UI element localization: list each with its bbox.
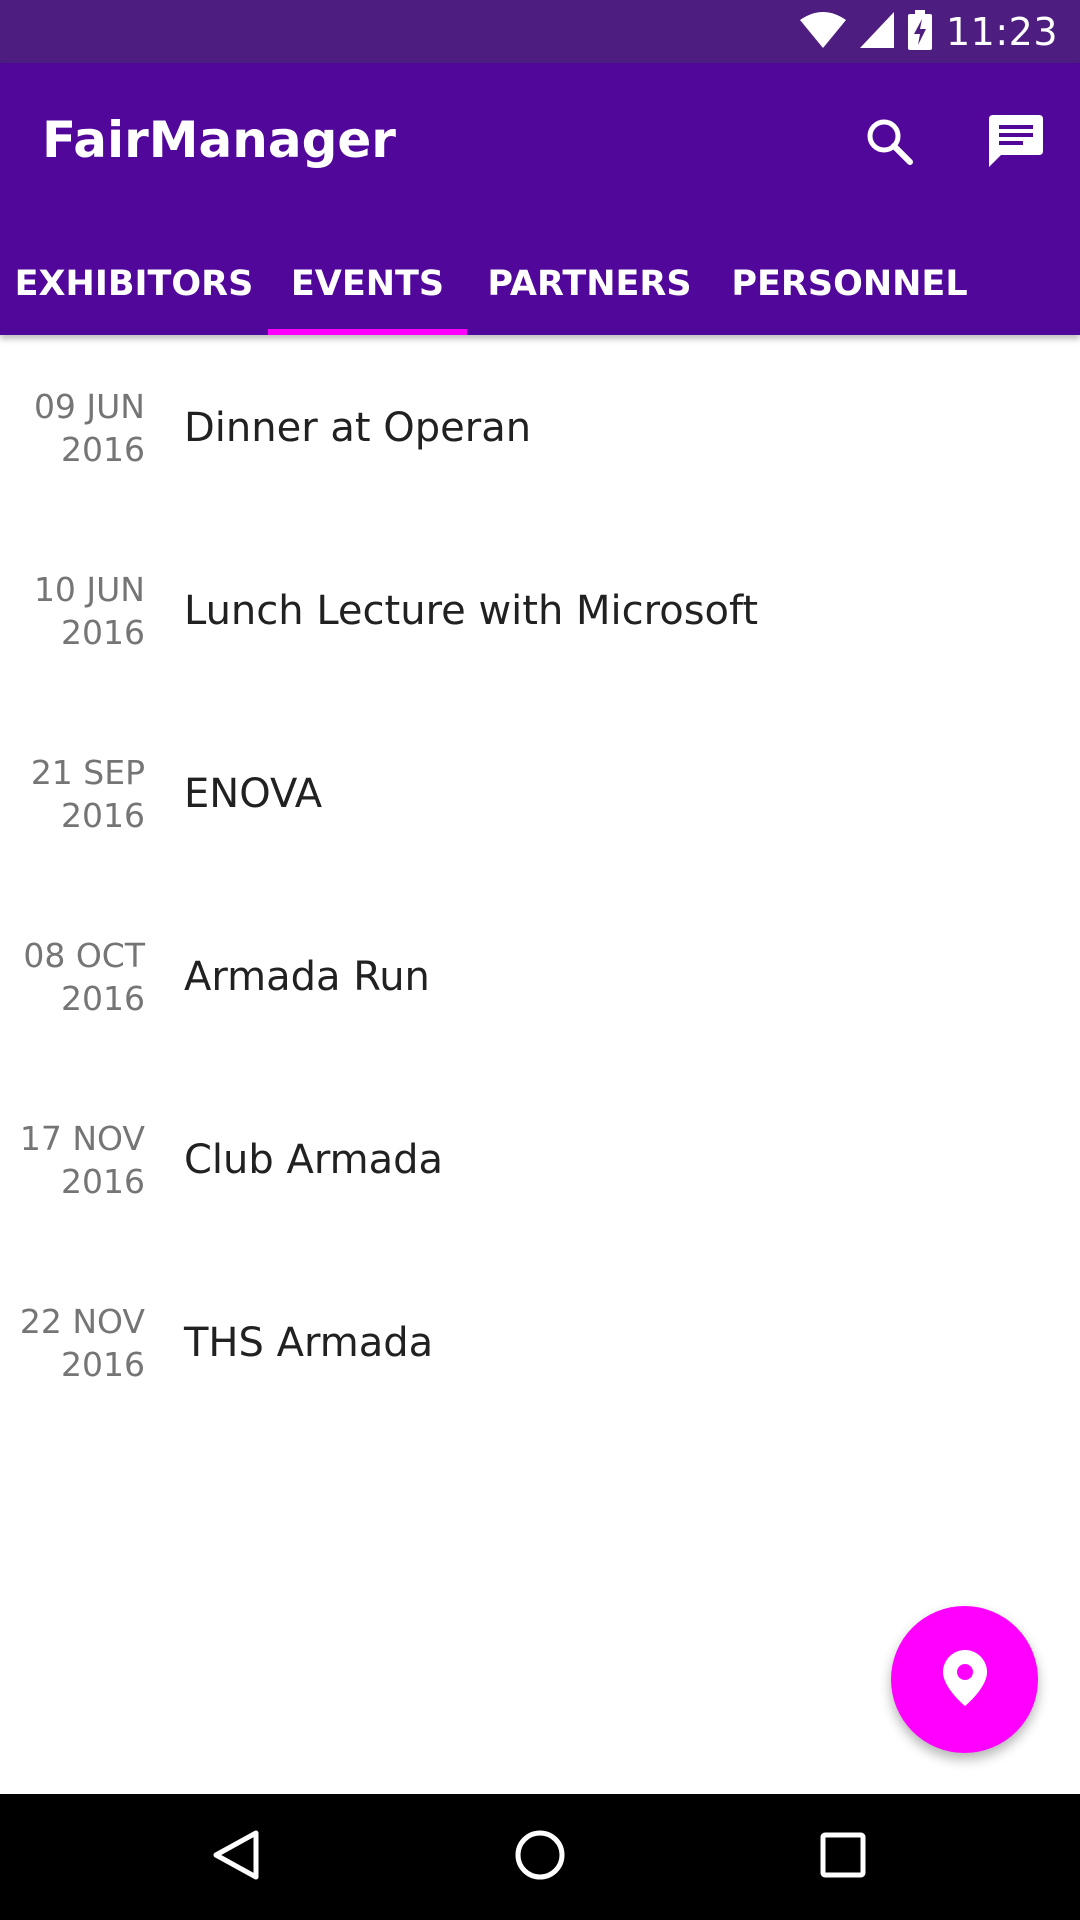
event-list: 09 JUN 2016 Dinner at Operan 10 JUN 2016… xyxy=(0,335,1080,1433)
event-year: 2016 xyxy=(61,1345,145,1384)
back-icon xyxy=(212,1829,260,1885)
messages-button[interactable] xyxy=(976,103,1056,183)
status-time: 11:23 xyxy=(945,9,1058,54)
event-row[interactable]: 10 JUN 2016 Lunch Lecture with Microsoft xyxy=(0,518,1080,701)
tab-events[interactable]: EVENTS xyxy=(268,233,467,335)
event-day-month: 08 OCT xyxy=(23,936,145,975)
event-title: THS Armada xyxy=(184,1320,434,1366)
event-row[interactable]: 09 JUN 2016 Dinner at Operan xyxy=(0,335,1080,518)
tab-bar: EXHIBITORS EVENTS PARTNERS PERSONNEL xyxy=(0,233,1080,335)
event-day-month: 09 JUN xyxy=(33,387,145,426)
home-button[interactable] xyxy=(500,1817,580,1897)
event-date: 08 OCT 2016 xyxy=(0,934,145,1020)
event-row[interactable]: 17 NOV 2016 Club Armada xyxy=(0,1067,1080,1250)
event-year: 2016 xyxy=(61,1162,145,1201)
search-icon xyxy=(864,116,914,170)
event-date: 09 JUN 2016 xyxy=(0,385,145,471)
home-icon xyxy=(514,1829,566,1885)
event-date: 21 SEP 2016 xyxy=(0,751,145,837)
back-button[interactable] xyxy=(196,1817,276,1897)
search-button[interactable] xyxy=(849,103,929,183)
event-day-month: 21 SEP xyxy=(30,753,145,792)
tab-exhibitors[interactable]: EXHIBITORS xyxy=(0,233,268,335)
system-nav-bar xyxy=(0,1794,1080,1920)
event-day-month: 22 NOV xyxy=(19,1302,145,1341)
status-icons: 11:23 xyxy=(799,0,1058,63)
status-bar: 11:23 xyxy=(0,0,1080,63)
event-day-month: 17 NOV xyxy=(19,1119,145,1158)
event-title: Club Armada xyxy=(184,1137,443,1183)
event-date: 10 JUN 2016 xyxy=(0,568,145,654)
event-title: Dinner at Operan xyxy=(184,405,532,451)
event-title: ENOVA xyxy=(184,771,323,817)
tab-personnel[interactable]: PERSONNEL xyxy=(712,233,987,335)
event-day-month: 10 JUN xyxy=(33,570,145,609)
event-row[interactable]: 22 NOV 2016 THS Armada xyxy=(0,1250,1080,1433)
event-row[interactable]: 21 SEP 2016 ENOVA xyxy=(0,701,1080,884)
app-title: FairManager xyxy=(42,111,396,169)
wifi-icon xyxy=(799,11,846,52)
chat-icon xyxy=(989,115,1043,171)
event-title: Armada Run xyxy=(184,954,430,1000)
battery-charging-icon xyxy=(907,9,932,54)
event-year: 2016 xyxy=(61,613,145,652)
event-year: 2016 xyxy=(61,430,145,469)
recents-icon xyxy=(819,1831,867,1883)
event-date: 17 NOV 2016 xyxy=(0,1117,145,1203)
map-fab-button[interactable] xyxy=(891,1606,1038,1753)
event-title: Lunch Lecture with Microsoft xyxy=(184,588,759,634)
app-bar: FairManager EXHIBITORS EVENTS PARTNERS P… xyxy=(0,63,1080,335)
event-row[interactable]: 08 OCT 2016 Armada Run xyxy=(0,884,1080,1067)
event-date: 22 NOV 2016 xyxy=(0,1300,145,1386)
map-pin-icon xyxy=(942,1649,987,1710)
recents-button[interactable] xyxy=(803,1817,883,1897)
signal-icon xyxy=(859,11,894,52)
event-year: 2016 xyxy=(61,979,145,1018)
tab-partners[interactable]: PARTNERS xyxy=(467,233,712,335)
event-year: 2016 xyxy=(61,796,145,835)
